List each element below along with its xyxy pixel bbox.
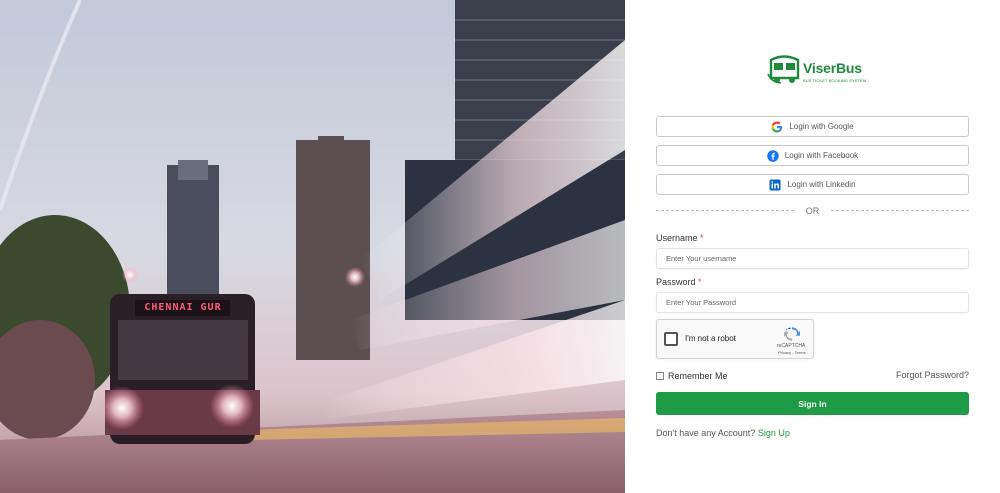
brand-logo[interactable]: ViserBus BUS TICKET BOOKING SYSTEM (767, 50, 866, 90)
google-label: Login with Google (789, 122, 854, 131)
recaptcha-icon (784, 327, 800, 341)
facebook-label: Login with Facebook (784, 151, 859, 160)
signup-prompt-row: Don't have any Account? Sign Up (656, 428, 790, 438)
required-mark: * (700, 233, 704, 243)
sign-in-button[interactable]: Sign In (656, 392, 969, 415)
or-divider: OR (656, 205, 969, 217)
login-with-google-button[interactable]: Login with Google (656, 116, 969, 137)
recaptcha-privacy-terms-links[interactable]: Privacy - Terms (778, 350, 805, 355)
hero-image: CHENNAI GUR (0, 0, 625, 493)
brand-tagline: BUS TICKET BOOKING SYSTEM (803, 78, 867, 83)
password-input[interactable] (656, 292, 969, 313)
google-icon (771, 121, 783, 132)
username-label-text: Username (656, 233, 698, 243)
login-with-linkedin-button[interactable]: Login with Linkedin (656, 174, 969, 195)
linkedin-label: Login with Linkedin (787, 180, 856, 189)
login-panel: ViserBus BUS TICKET BOOKING SYSTEM Login… (625, 0, 1000, 493)
login-with-facebook-button[interactable]: Login with Facebook (656, 145, 969, 166)
linkedin-icon (769, 179, 781, 190)
divider-line-right (831, 210, 969, 211)
remember-me-label: Remember Me (668, 371, 728, 381)
city-bus-illustration (0, 0, 625, 493)
sign-up-link[interactable]: Sign Up (758, 428, 790, 438)
recaptcha-label: I'm not a robot (685, 334, 736, 343)
remember-me-checkbox[interactable] (656, 372, 664, 380)
brand-name: ViserBus (803, 60, 862, 76)
password-label: Password * (656, 277, 702, 287)
required-mark: * (698, 277, 702, 287)
forgot-password-link[interactable]: Forgot Password? (896, 370, 969, 380)
bus-destination-sign: CHENNAI GUR (144, 302, 222, 313)
username-label: Username * (656, 233, 704, 243)
password-label-text: Password (656, 277, 696, 287)
remember-me[interactable]: Remember Me (656, 370, 728, 382)
or-text: OR (805, 206, 820, 216)
bus-logo-icon (767, 55, 800, 84)
username-input[interactable] (656, 248, 969, 269)
signup-prompt-text: Don't have any Account? (656, 428, 756, 438)
recaptcha-checkbox[interactable] (664, 332, 678, 346)
recaptcha-widget: I'm not a robot reCAPTCHA Privacy - Term… (656, 319, 814, 359)
recaptcha-brand: reCAPTCHA (777, 343, 806, 349)
facebook-icon (767, 149, 779, 162)
